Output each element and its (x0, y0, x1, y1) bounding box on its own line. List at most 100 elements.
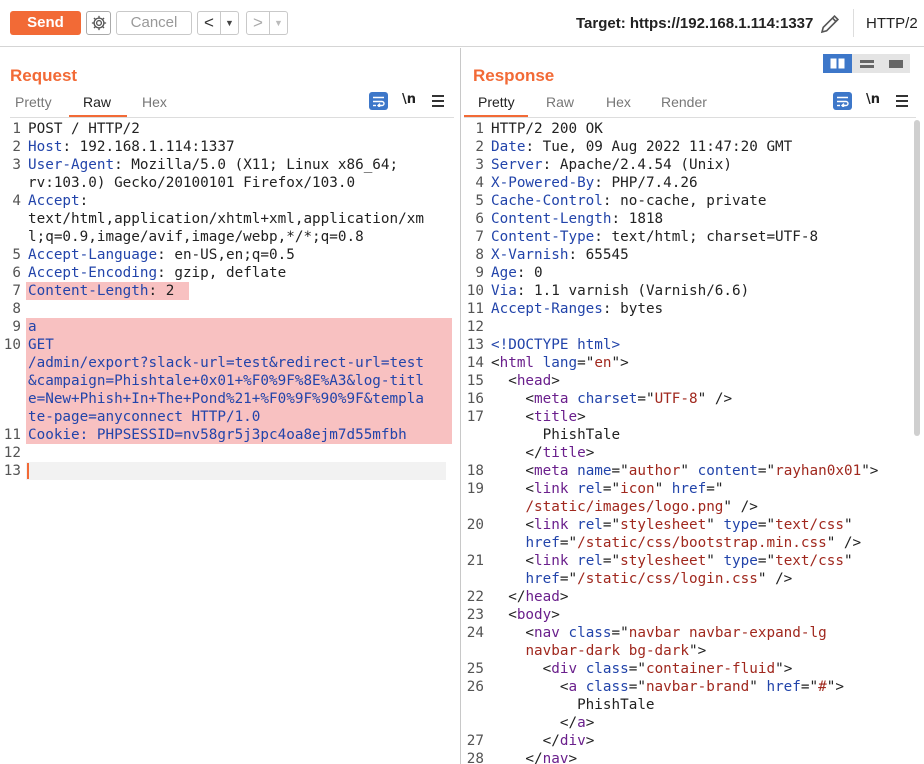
forward-button[interactable]: > (247, 12, 269, 34)
send-button[interactable]: Send (10, 11, 81, 35)
back-button[interactable]: < (198, 12, 220, 34)
request-wrap-lines-button[interactable] (369, 92, 388, 110)
code-line: PhishTale (491, 696, 654, 714)
line-number: 2 (475, 139, 484, 155)
code-token: < (491, 661, 552, 677)
response-editor[interactable]: 1 HTTP/2 200 OK 2 Date: Tue, 09 Aug 2022 11… (461, 120, 924, 764)
cancel-button[interactable]: Cancel (116, 11, 192, 35)
line-number: 1 (12, 121, 21, 137)
line-number: 8 (12, 301, 21, 317)
code-token: POST / HTTP/2 (28, 121, 140, 137)
settings-button[interactable] (86, 11, 111, 35)
back-dropdown-button[interactable]: ▼ (220, 12, 238, 34)
code-token: /static/css/bootstrap.min.css (577, 535, 827, 551)
code-line: <meta name="author" content="rayhan0x01"… (491, 462, 878, 480)
code-line: Content-Type: text/html; charset=UTF-8 (491, 228, 818, 246)
request-tab-hex[interactable]: Hex (142, 94, 167, 110)
response-title: Response (473, 66, 555, 85)
code-token: "> (826, 679, 844, 695)
line-number: 22 (466, 589, 484, 605)
code-line: <div class="container-fluid"> (491, 660, 793, 678)
code-token: < (491, 517, 535, 533)
code-token: > (585, 715, 595, 731)
layout-stacked-button[interactable] (852, 54, 881, 73)
response-newline-toggle[interactable]: \n (866, 92, 880, 107)
response-scrollbar[interactable] (914, 120, 920, 436)
chevron-left-icon: < (204, 13, 214, 32)
request-tab-pretty[interactable]: Pretty (15, 94, 52, 110)
code-token: Via (491, 283, 517, 299)
code-token: =" (757, 517, 776, 533)
code-token: charset (577, 391, 638, 407)
response-tab-divider (464, 117, 916, 118)
code-token: name (577, 463, 612, 479)
line-number: 7 (475, 229, 484, 245)
request-editor[interactable]: 1 POST / HTTP/2 2 Host: 192.168.1.114:1337 3… (0, 120, 460, 764)
code-token: a (28, 319, 37, 335)
code-line: navbar-dark bg-dark"> (491, 642, 706, 660)
code-line: Host: 192.168.1.114:1337 (28, 138, 235, 156)
line-number: 19 (466, 481, 484, 497)
line-number: 4 (12, 193, 21, 209)
response-menu-icon[interactable] (896, 95, 908, 110)
line-number: 28 (466, 751, 484, 764)
edit-target-button[interactable] (818, 12, 842, 36)
code-token: " /> (826, 535, 862, 551)
request-menu-icon[interactable] (432, 95, 444, 110)
response-wrap-lines-button[interactable] (833, 92, 852, 110)
highlighted-region (26, 318, 452, 336)
response-tab-hex[interactable]: Hex (606, 94, 631, 110)
code-line: &campaign=Phishtale+0x01+%F0%9F%8E%A3&lo… (28, 372, 424, 390)
code-token: </ (491, 445, 543, 461)
protocol-label[interactable]: HTTP/2 (866, 15, 918, 32)
response-tab-render[interactable]: Render (661, 94, 707, 110)
code-token: "> (611, 355, 629, 371)
request-newline-toggle[interactable]: \n (402, 92, 416, 107)
response-tab-pretty[interactable]: Pretty (478, 94, 515, 110)
code-token: " (654, 481, 672, 497)
line-number: 17 (466, 409, 484, 425)
code-token: class (585, 679, 629, 695)
toolbar-separator (853, 9, 854, 37)
layout-side-by-side-button[interactable] (823, 54, 852, 73)
code-line: </head> (491, 588, 568, 606)
line-number (461, 534, 484, 552)
line-number: 8 (475, 247, 484, 263)
code-token: "> (775, 661, 793, 677)
code-token: text/html,application/xhtml+xml,applicat… (28, 211, 424, 227)
code-token: author (628, 463, 681, 479)
code-token: head (525, 589, 560, 605)
code-token: > (577, 409, 586, 425)
line-number (0, 228, 21, 246)
layout-single-button[interactable] (881, 54, 910, 73)
code-line: </nav> (491, 750, 577, 764)
line-number: 16 (466, 391, 484, 407)
response-tab-raw[interactable]: Raw (546, 94, 574, 110)
code-line: l;q=0.9,image/avif,image/webp,*/*;q=0.8 (28, 228, 364, 246)
code-token: HTTP/2 200 OK (491, 121, 603, 137)
code-token: =" (559, 571, 578, 587)
line-number: 25 (466, 661, 484, 677)
code-token: > (585, 733, 595, 749)
text-caret (27, 463, 29, 479)
code-token: =" (757, 553, 776, 569)
code-line: POST / HTTP/2 (28, 120, 140, 138)
line-number: 13 (3, 463, 21, 479)
code-token: </ (491, 751, 543, 764)
code-token: =" (628, 661, 646, 677)
code-line: Date: Tue, 09 Aug 2022 11:47:20 GMT (491, 138, 792, 156)
columns-icon (830, 58, 845, 69)
dropdown-arrow-icon: ▼ (225, 18, 234, 28)
code-token: Age (491, 265, 517, 281)
code-token: X-Powered-By (491, 175, 595, 191)
request-tab-raw[interactable]: Raw (83, 94, 111, 110)
code-line: <meta charset="UTF-8" /> (491, 390, 732, 408)
code-token: /static/images/logo.png (525, 499, 724, 515)
line-number: 5 (475, 193, 484, 209)
code-token: > (551, 607, 560, 623)
code-token: container-fluid (645, 661, 776, 677)
forward-dropdown-button[interactable]: ▼ (269, 12, 287, 34)
code-token: &campaign=Phishtale+0x01+%F0%9F%8E%A3&lo… (28, 373, 424, 389)
